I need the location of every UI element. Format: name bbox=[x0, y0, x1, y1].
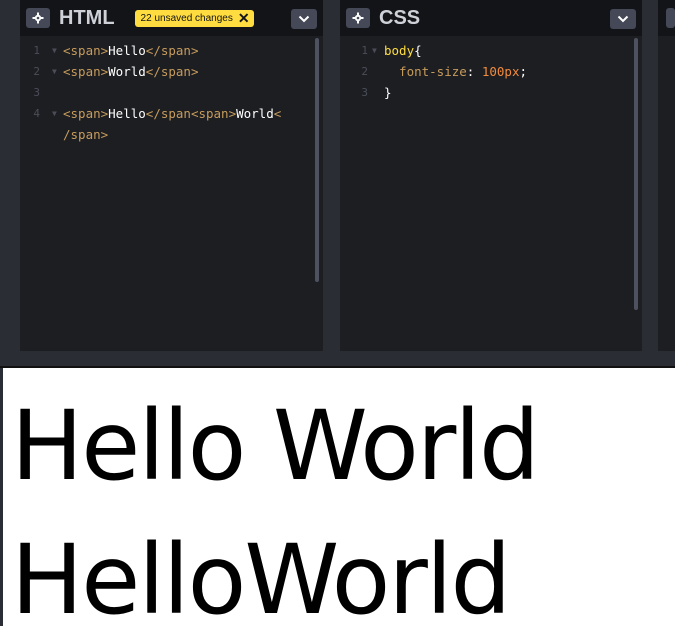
css-code-editor[interactable]: 1 ▼ body{2 font-size: 100px; 3} bbox=[340, 40, 642, 103]
fold-arrow-icon[interactable]: ▼ bbox=[52, 40, 57, 61]
unsaved-changes-label: 22 unsaved changes bbox=[140, 12, 233, 24]
fold-arrow-icon[interactable]: ▼ bbox=[52, 103, 57, 124]
code-line[interactable]: 1 ▼ <span>Hello</span> bbox=[20, 40, 323, 61]
js-panel-header bbox=[658, 0, 675, 36]
code-line[interactable]: /span> bbox=[20, 124, 323, 145]
line-number: 3 bbox=[33, 86, 40, 99]
middle-resize-strip[interactable] bbox=[323, 0, 340, 351]
code-token: { bbox=[414, 43, 422, 58]
code-token: } bbox=[384, 85, 392, 100]
line-number: 1 bbox=[33, 44, 40, 57]
code-token: /span> bbox=[63, 127, 109, 142]
line-number: 1 bbox=[361, 44, 368, 57]
code-token: World bbox=[108, 64, 146, 79]
code-line[interactable]: 2 ▼ <span>World</span> bbox=[20, 61, 323, 82]
code-line[interactable]: 3} bbox=[340, 82, 642, 103]
preview-line-2: HelloWorld bbox=[11, 524, 511, 626]
gear-icon bbox=[352, 12, 364, 24]
code-token: </span<span> bbox=[145, 106, 237, 121]
code-token: Hello bbox=[108, 106, 146, 121]
code-line[interactable]: 1 ▼ body{ bbox=[340, 40, 642, 61]
css-collapse-button[interactable] bbox=[610, 9, 636, 29]
code-line[interactable]: 3 bbox=[20, 82, 323, 103]
code-line[interactable]: 4 ▼ <span>Hello</span<span>World< bbox=[20, 103, 323, 124]
preview-line-1: Hello World bbox=[11, 390, 540, 502]
css-editor-panel: CSS 1 ▼ body{2 font-size: 100px; 3} bbox=[340, 0, 642, 351]
html-collapse-button[interactable] bbox=[291, 9, 317, 29]
line-number: 2 bbox=[33, 65, 40, 78]
html-scrollbar[interactable] bbox=[315, 38, 319, 282]
html-panel-header: HTML 22 unsaved changes ✕ bbox=[20, 0, 323, 36]
code-token: < bbox=[273, 106, 282, 121]
code-token: : bbox=[466, 64, 482, 79]
chevron-down-icon bbox=[298, 15, 310, 23]
code-token: <span> bbox=[63, 64, 109, 79]
gear-icon bbox=[32, 12, 44, 24]
line-number: 3 bbox=[361, 86, 368, 99]
code-token: body bbox=[384, 43, 415, 58]
html-editor-panel: HTML 22 unsaved changes ✕ 1 ▼ <span>Hello<… bbox=[20, 0, 323, 351]
html-settings-button[interactable] bbox=[26, 8, 50, 28]
code-text: body{ bbox=[384, 40, 422, 61]
unsaved-changes-badge[interactable]: 22 unsaved changes ✕ bbox=[134, 9, 254, 27]
css-scrollbar[interactable] bbox=[634, 38, 638, 310]
code-text: } bbox=[384, 82, 392, 103]
css-panel-header: CSS bbox=[340, 0, 642, 36]
line-number: 4 bbox=[33, 107, 40, 120]
editor-area: HTML 22 unsaved changes ✕ 1 ▼ <span>Hello<… bbox=[0, 0, 675, 351]
left-resize-strip[interactable] bbox=[0, 0, 20, 351]
code-text: font-size: 100px; bbox=[384, 61, 527, 82]
code-text: <span>Hello</span> bbox=[63, 40, 198, 61]
code-text: <span>World</span> bbox=[63, 61, 198, 82]
html-panel-title: HTML bbox=[59, 6, 115, 29]
code-text: /span> bbox=[63, 124, 108, 145]
code-token: font-size bbox=[384, 64, 467, 79]
code-token: 100px bbox=[481, 64, 520, 79]
code-text: <span>Hello</span<span>World< bbox=[63, 103, 281, 124]
preview-resize-bar[interactable] bbox=[0, 351, 675, 367]
code-line[interactable]: 2 font-size: 100px; bbox=[340, 61, 642, 82]
css-panel-title: CSS bbox=[379, 6, 421, 29]
fold-arrow-icon[interactable]: ▼ bbox=[372, 40, 377, 61]
close-icon[interactable]: ✕ bbox=[238, 11, 250, 25]
result-preview: Hello World HelloWorld bbox=[3, 368, 675, 626]
line-number: 2 bbox=[361, 65, 368, 78]
fold-arrow-icon[interactable]: ▼ bbox=[52, 61, 57, 82]
code-token: World bbox=[236, 106, 274, 121]
right-resize-strip[interactable] bbox=[642, 0, 658, 351]
code-token: ; bbox=[519, 64, 528, 79]
code-token: <span> bbox=[63, 43, 109, 58]
code-token: Hello bbox=[108, 43, 146, 58]
code-token: <span> bbox=[63, 106, 109, 121]
chevron-down-icon bbox=[617, 15, 629, 23]
css-settings-button[interactable] bbox=[346, 8, 370, 28]
code-token: </span> bbox=[145, 64, 199, 79]
code-token: </span> bbox=[145, 43, 199, 58]
js-editor-panel bbox=[658, 0, 675, 351]
js-settings-button[interactable] bbox=[666, 8, 675, 28]
html-code-editor[interactable]: 1 ▼ <span>Hello</span> 2 ▼ <span>World</span>… bbox=[20, 40, 323, 145]
